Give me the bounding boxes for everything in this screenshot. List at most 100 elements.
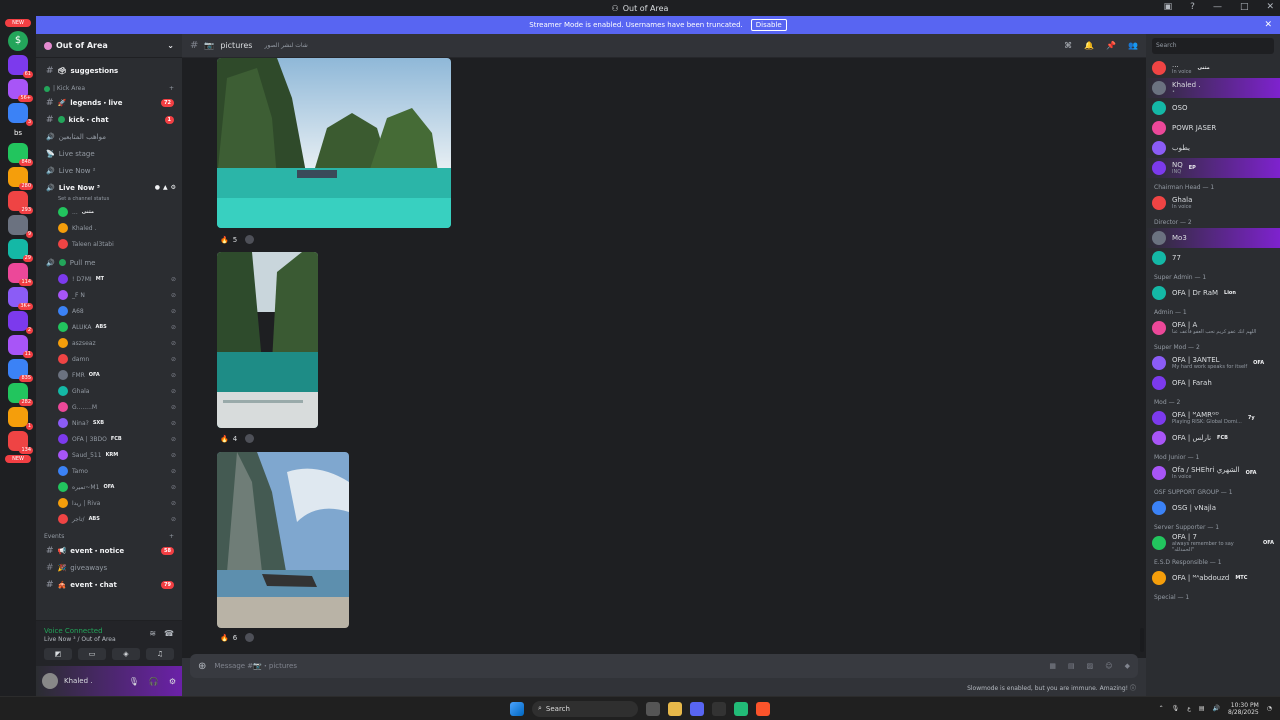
avatar[interactable] xyxy=(42,673,58,689)
xbox-icon[interactable] xyxy=(734,701,748,716)
voice-user[interactable]: ... مثنى xyxy=(36,204,182,220)
channel-topic[interactable]: شات لنشر الصور xyxy=(264,42,307,49)
terminal-icon[interactable] xyxy=(712,701,726,716)
language-indicator[interactable]: ع xyxy=(1187,705,1191,712)
guild-icon[interactable]: 11 xyxy=(8,335,33,358)
add-attachment-icon[interactable]: ⊕ xyxy=(198,661,206,672)
headphones-icon[interactable]: 🎧 xyxy=(149,677,159,686)
soundboard-button[interactable]: ♫ xyxy=(146,648,174,660)
voice-user[interactable]: aszseaz ⊘ xyxy=(36,335,182,351)
guild-icon[interactable]: 2 xyxy=(8,311,33,334)
gift-icon[interactable]: ▦ xyxy=(1049,662,1056,670)
guild-icon[interactable]: 280 xyxy=(8,167,33,190)
brave-icon[interactable] xyxy=(756,701,770,716)
member-row[interactable]: OFA | Farah xyxy=(1146,373,1280,393)
reaction[interactable]: 🔥 4 xyxy=(220,434,255,443)
member-row[interactable]: OFA | نارلس FCB xyxy=(1146,428,1280,448)
add-reaction-icon[interactable] xyxy=(245,434,255,443)
add-reaction-icon[interactable] xyxy=(245,235,255,244)
channel-event-notice[interactable]: # 📢 event・notice 58 xyxy=(36,542,182,559)
search-input[interactable]: Search xyxy=(1152,38,1274,54)
inbox-icon[interactable]: ▣ xyxy=(1164,2,1173,12)
network-icon[interactable]: ▤ xyxy=(1199,705,1205,712)
channel-suggestions[interactable]: # 🗳 suggestions xyxy=(36,62,182,79)
volume-icon[interactable]: 🔊 xyxy=(1213,705,1220,712)
voice-user[interactable]: damn ⊘ xyxy=(36,351,182,367)
voice-user[interactable]: Ghala ⊘ xyxy=(36,383,182,399)
photo-cliffs-1[interactable] xyxy=(217,58,451,228)
channel-kick-chat[interactable]: # kick・chat 1 xyxy=(36,111,182,128)
guild-icon[interactable]: 3 xyxy=(8,103,33,126)
channel-giveaways[interactable]: # 🎉 giveaways xyxy=(36,559,182,576)
message-list[interactable]: 🔥 5 🔥 4 🔥 6 xyxy=(182,58,1146,658)
notification-icon[interactable]: ◔ xyxy=(1267,705,1272,712)
close-button[interactable]: ✕ xyxy=(1266,2,1274,12)
voice-location[interactable]: Live Now ³ / Out of Area xyxy=(36,635,124,644)
voice-user[interactable]: تميره~M1 OFA ⊘ xyxy=(36,479,182,495)
voice-status[interactable]: Voice Connected xyxy=(36,621,124,635)
member-row[interactable]: OFA | ᴹᴬabdouzd MTC xyxy=(1146,568,1280,588)
channel-legends-live[interactable]: # 🚀 legends・live 72 xyxy=(36,94,182,111)
emoji-icon[interactable]: ☺ xyxy=(1105,662,1112,670)
gear-icon[interactable]: ⚙ xyxy=(169,677,176,686)
add-reaction-icon[interactable] xyxy=(245,633,255,642)
voice-user[interactable]: Saud_511 KRM ⊘ xyxy=(36,447,182,463)
voice-user[interactable]: OFA | 3BDO FCB ⊘ xyxy=(36,431,182,447)
member-row[interactable]: NQ INQ EP xyxy=(1146,158,1280,178)
guild-icon[interactable]: 3K+ xyxy=(8,287,33,310)
taskbar-search[interactable]: ⌕ Search xyxy=(532,700,638,717)
voice-channel-live-now-2[interactable]: 🔊 Live Now ² xyxy=(36,162,182,179)
guild-bs-label[interactable]: bs xyxy=(0,129,36,137)
voice-user[interactable]: تاجر/ABS ⊘ xyxy=(36,511,182,527)
add-member-icon[interactable]: ▲ xyxy=(163,184,168,191)
username[interactable]: Khaled . xyxy=(64,677,92,685)
clock[interactable]: 10:30 PM 8/28/2025 xyxy=(1228,702,1259,716)
guild-icon[interactable]: 29 xyxy=(8,239,33,262)
voice-channel-live-now-3[interactable]: 🔊 Live Now ³ ● ▲ ⚙ xyxy=(36,179,182,196)
apps-icon[interactable]: ◆ xyxy=(1125,662,1130,670)
voice-user[interactable]: A68 ⊘ xyxy=(36,303,182,319)
guild-icon[interactable]: 114 xyxy=(8,263,33,286)
voice-user[interactable]: FMR OFA ⊘ xyxy=(36,367,182,383)
help-icon[interactable]: ? xyxy=(1190,2,1195,12)
guild-icon[interactable]: 134 xyxy=(8,431,33,454)
maximize-button[interactable]: □ xyxy=(1240,2,1249,12)
gif-icon[interactable]: ▤ xyxy=(1068,662,1075,670)
pin-icon[interactable]: 📌 xyxy=(1106,41,1116,50)
server-header[interactable]: Out of Area ⌄ xyxy=(36,34,182,58)
guild-icon[interactable]: $ xyxy=(8,31,28,51)
voice-user[interactable]: G........M ⊘ xyxy=(36,399,182,415)
bell-icon[interactable]: 🔔 xyxy=(1084,41,1094,50)
stage-channel[interactable]: 📡 Live stage xyxy=(36,145,182,162)
member-row[interactable]: OFA | 3ANTEL My hard work speaks for itse… xyxy=(1146,353,1280,373)
member-row[interactable]: OSG | vNajla xyxy=(1146,498,1280,518)
voice-channel-arabic[interactable]: 🔊 مواهب المتابعين xyxy=(36,128,182,145)
reaction[interactable]: 🔥 5 xyxy=(220,235,255,244)
activity-button[interactable]: ◈ xyxy=(112,648,140,660)
voice-user[interactable]: Tamo ⊘ xyxy=(36,463,182,479)
member-row[interactable]: POWR JASER xyxy=(1146,118,1280,138)
microphone-icon[interactable]: 🎙 xyxy=(129,677,139,686)
voice-user[interactable]: _F N ⊘ xyxy=(36,287,182,303)
plus-icon[interactable]: + xyxy=(169,85,174,92)
channel-event-chat[interactable]: # 🎪 event・chat 79 xyxy=(36,576,182,593)
close-icon[interactable]: ✕ xyxy=(1264,20,1272,30)
sticker-icon[interactable]: ▨ xyxy=(1087,662,1094,670)
voice-user[interactable]: Nina? SXB ⊘ xyxy=(36,415,182,431)
guild-icon[interactable]: 282 xyxy=(8,383,33,406)
new-badge[interactable]: NEW xyxy=(5,455,31,463)
guild-icon[interactable]: 293 xyxy=(8,191,33,214)
member-row[interactable]: OFA | A اللهم انك عفو كريم تحب العفو فاعف… xyxy=(1146,318,1280,338)
guild-icon[interactable]: 1 xyxy=(8,407,33,430)
photo-cliffs-2[interactable] xyxy=(217,252,318,428)
member-row[interactable]: Mo3 xyxy=(1146,228,1280,248)
member-row[interactable]: Ghala In voice xyxy=(1146,193,1280,213)
member-row[interactable]: Khaled . • xyxy=(1146,78,1280,98)
gear-icon[interactable]: ⚙ xyxy=(171,184,176,191)
member-row[interactable]: OFA | Dr RaM Lion xyxy=(1146,283,1280,303)
voice-user[interactable]: ALUKA ABS ⊘ xyxy=(36,319,182,335)
new-badge[interactable]: NEW xyxy=(5,19,31,27)
category-events[interactable]: Events + xyxy=(36,527,182,542)
threads-icon[interactable]: ⌘ xyxy=(1064,41,1072,50)
member-row[interactable]: 77 xyxy=(1146,248,1280,268)
